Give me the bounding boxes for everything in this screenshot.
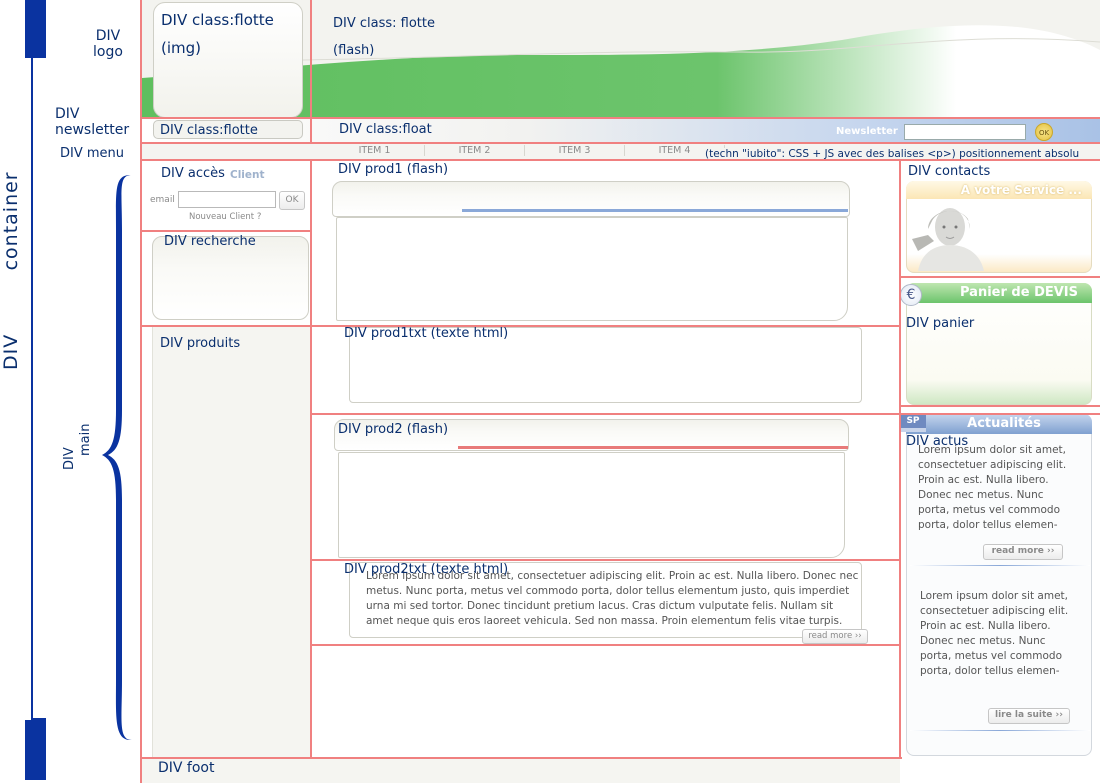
- foot-label: DIV foot: [158, 760, 215, 776]
- prod1-body: [336, 217, 848, 321]
- recherche-label: DIV recherche: [164, 234, 256, 249]
- outline-contacts-bottom: [899, 276, 1100, 278]
- prod2-body: [338, 452, 845, 558]
- container-bracket-bottom: [25, 720, 46, 780]
- outline-col-divider-2: [899, 160, 901, 758]
- outline-main-bottom: [140, 757, 902, 759]
- prod1-header-line: [462, 209, 848, 212]
- actus-header: Actualités: [906, 414, 1092, 434]
- prod2-header-line: [458, 446, 848, 449]
- main-label: DIV main: [62, 423, 93, 470]
- actus-read-more-button[interactable]: read more ››: [983, 544, 1063, 560]
- container-bracket-line: [31, 58, 46, 720]
- contacts-assistant-image: [912, 208, 984, 271]
- outline-recherche-bottom: [140, 325, 311, 327]
- main-brace: [102, 175, 132, 740]
- container-bracket: [25, 0, 46, 58]
- panier-header: Panier de DEVIS: [906, 283, 1092, 303]
- acces-new-client-link[interactable]: Nouveau Client ?: [189, 212, 261, 222]
- acces-email-label: email: [150, 195, 175, 205]
- contacts-header: A votre Service ...: [906, 181, 1092, 199]
- flash-box-label: DIV class: flotte (flash): [333, 16, 435, 58]
- outline-panier-bottom: [899, 405, 1100, 407]
- container-label: DIV container: [0, 171, 22, 370]
- menu-item-1[interactable]: ITEM 1: [325, 145, 425, 156]
- actus-item2-text: Lorem ipsum dolor sit amet, consectetuer…: [920, 590, 1069, 677]
- acces-email-input[interactable]: [178, 191, 276, 208]
- prod2txt-read-more-button[interactable]: read more ››: [802, 629, 868, 644]
- actus-lire-suite-button[interactable]: lire la suite ››: [988, 708, 1070, 724]
- newsletter-ok-button[interactable]: OK: [1035, 123, 1053, 141]
- acces-ok-button[interactable]: OK: [279, 191, 305, 210]
- menu-item-3[interactable]: ITEM 3: [525, 145, 625, 156]
- newsletter-middle-label: DIV class:float: [339, 122, 432, 137]
- actus-item1-text: Lorem ipsum dolor sit amet, consectetuer…: [918, 444, 1067, 531]
- actus-divider-bottom: [910, 730, 1090, 731]
- outline-row-header-bottom: [140, 117, 1100, 119]
- menu-side-label: DIV menu: [60, 146, 125, 161]
- prod1-label: DIV prod1 (flash): [338, 162, 449, 177]
- outline-prod2-bottom: [311, 559, 900, 561]
- newsletter-left-label: DIV class:flotte: [160, 123, 258, 138]
- newsletter-email-input[interactable]: [904, 124, 1026, 140]
- outline-row-menu-bottom: [140, 159, 1100, 161]
- container-bracket-top: [31, 56, 46, 58]
- actus-divider: [910, 565, 1090, 566]
- prod2txt-text: Lorem ipsum dolor sit amet, consectetuer…: [366, 570, 859, 627]
- logo-box-label: DIV class:flotte (img): [161, 11, 274, 57]
- menu-item-2[interactable]: ITEM 2: [425, 145, 525, 156]
- prod2txt-label: DIV prod2txt (texte html): [344, 562, 509, 577]
- newsletter-side-label: DIV newsletter: [55, 106, 130, 138]
- foot-bar: [142, 758, 900, 783]
- contacts-label: DIV contacts: [908, 164, 991, 179]
- acces-client-overlay: Client: [230, 169, 265, 181]
- outline-col-divider-1b: [310, 160, 312, 758]
- outline-prod1txt-bottom: [311, 413, 1100, 415]
- outline-prod2txt-bottom: [311, 644, 900, 646]
- actus-badge-icon: SP: [900, 414, 926, 432]
- logo-side-label: DIV logo: [93, 28, 123, 60]
- prod2-label: DIV prod2 (flash): [338, 422, 449, 437]
- outline-acces-bottom: [140, 230, 311, 232]
- outline-row-newsletter-bottom: [140, 142, 1100, 144]
- outline-col-divider-1: [310, 0, 312, 143]
- acces-label: DIV accès: [161, 166, 225, 181]
- outline-prod1-bottom: [311, 325, 900, 327]
- produits-label: DIV produits: [160, 336, 241, 351]
- produits-column: [152, 327, 310, 758]
- euro-icon: €: [900, 284, 922, 306]
- newsletter-label: Newsletter: [836, 126, 898, 137]
- prod1txt-label: DIV prod1txt (texte html): [344, 326, 509, 341]
- panier-label: DIV panier: [906, 316, 975, 331]
